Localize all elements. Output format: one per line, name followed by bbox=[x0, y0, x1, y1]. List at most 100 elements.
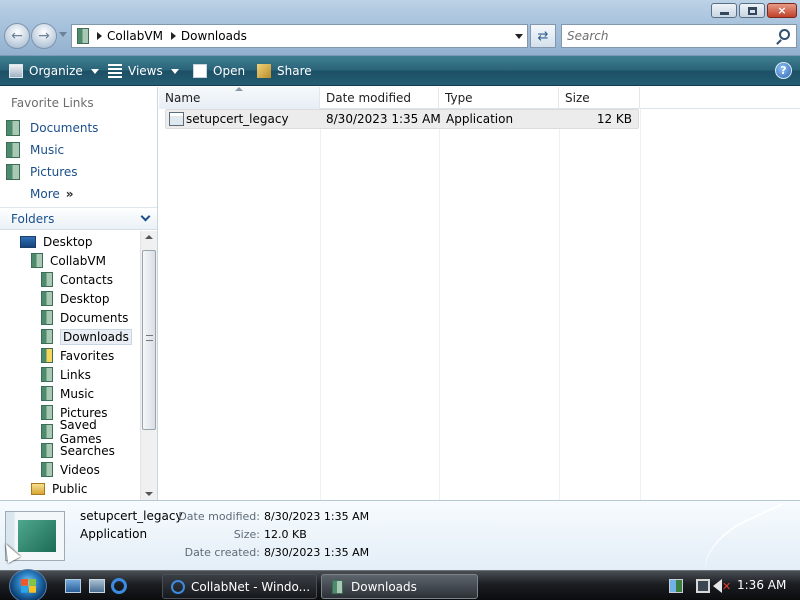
scrollbar-thumb[interactable] bbox=[142, 250, 156, 430]
music-folder-icon bbox=[6, 142, 20, 158]
open-button[interactable]: Open bbox=[193, 62, 245, 80]
help-icon[interactable]: ? bbox=[775, 62, 792, 79]
refresh-button[interactable]: ⇄ bbox=[530, 24, 556, 48]
tree-item-label: Desktop bbox=[43, 234, 93, 249]
file-list: Name Date modified Type Size setupcert_l… bbox=[159, 87, 800, 500]
favorite-links-more[interactable]: More » bbox=[30, 185, 74, 203]
scroll-up-icon[interactable] bbox=[145, 235, 153, 239]
folder-tree: Desktop CollabVM Contacts Desktop Docume… bbox=[0, 231, 140, 500]
favorite-link-documents[interactable]: Documents bbox=[6, 119, 98, 137]
internet-explorer-icon[interactable] bbox=[111, 578, 127, 594]
column-header-type[interactable]: Type bbox=[439, 87, 559, 109]
open-label: Open bbox=[213, 64, 246, 78]
breadcrumb-arrow-icon[interactable] bbox=[97, 32, 102, 40]
tree-item-desktop-sub[interactable]: Desktop bbox=[41, 289, 110, 308]
refresh-icon: ⇄ bbox=[537, 28, 549, 44]
grip-icon bbox=[146, 335, 153, 341]
address-dropdown-icon[interactable] bbox=[515, 34, 523, 39]
minimize-button[interactable] bbox=[711, 3, 737, 18]
breadcrumb-downloads[interactable]: Downloads bbox=[181, 29, 247, 43]
taskbar-item-browser[interactable]: CollabNet - Windo... bbox=[162, 574, 317, 599]
search-input[interactable] bbox=[567, 29, 767, 43]
network-icon[interactable] bbox=[669, 579, 683, 593]
system-tray: ✕ 1:36 AM bbox=[662, 571, 800, 600]
folders-header[interactable]: Folders bbox=[0, 207, 157, 230]
tree-item-videos[interactable]: Videos bbox=[41, 460, 100, 479]
organize-button[interactable]: Organize bbox=[9, 62, 99, 80]
column-header-label: Name bbox=[165, 91, 201, 105]
taskbar-item-label: CollabNet - Windo... bbox=[191, 579, 311, 594]
search-icon[interactable] bbox=[779, 29, 790, 40]
address-bar[interactable]: CollabVM Downloads bbox=[71, 24, 528, 48]
tree-item-label: Downloads bbox=[60, 328, 132, 345]
breadcrumb-arrow-icon[interactable] bbox=[170, 32, 176, 40]
taskbar-item-downloads[interactable]: Downloads bbox=[321, 574, 478, 599]
chevron-down-icon bbox=[140, 211, 151, 222]
tree-item-favorites[interactable]: Favorites bbox=[41, 346, 114, 365]
search-box[interactable] bbox=[561, 24, 797, 48]
display-icon[interactable] bbox=[696, 579, 710, 593]
clock[interactable]: 1:36 AM bbox=[737, 578, 786, 592]
tree-item-label: Favorites bbox=[60, 348, 115, 363]
column-header-size[interactable]: Size bbox=[559, 87, 640, 109]
chevron-down-icon bbox=[170, 68, 179, 74]
breadcrumb-collabvm[interactable]: CollabVM bbox=[107, 29, 163, 43]
favorite-link-music[interactable]: Music bbox=[6, 141, 64, 159]
column-header-name[interactable]: Name bbox=[159, 87, 320, 109]
close-button[interactable]: × bbox=[767, 3, 797, 18]
share-label: Share bbox=[277, 64, 312, 78]
favorite-link-label: Music bbox=[30, 143, 65, 157]
show-desktop-icon[interactable] bbox=[65, 579, 81, 593]
close-icon: × bbox=[777, 4, 787, 17]
tree-item-links[interactable]: Links bbox=[41, 365, 91, 384]
recent-pages-dropdown-icon[interactable] bbox=[59, 32, 67, 37]
file-date-modified: 8/30/2023 1:35 AM bbox=[326, 112, 441, 126]
tree-item-label: Searches bbox=[60, 443, 115, 458]
tree-item-desktop[interactable]: Desktop bbox=[20, 232, 93, 251]
folders-label: Folders bbox=[11, 211, 55, 226]
favorite-link-pictures[interactable]: Pictures bbox=[6, 163, 78, 181]
tree-item-searches[interactable]: Searches bbox=[41, 441, 115, 460]
scroll-down-icon[interactable] bbox=[145, 492, 153, 496]
folder-icon bbox=[332, 579, 343, 594]
double-chevron-icon: » bbox=[65, 187, 74, 201]
tree-item-downloads[interactable]: Downloads bbox=[41, 327, 132, 346]
column-header-date-modified[interactable]: Date modified bbox=[320, 87, 439, 109]
music-folder-icon bbox=[41, 386, 53, 401]
column-divider bbox=[640, 109, 641, 500]
minimize-icon bbox=[719, 11, 729, 15]
volume-icon[interactable] bbox=[713, 579, 722, 593]
details-pane: setupcert_legacy Application Date modifi… bbox=[0, 500, 800, 570]
decorative-swoosh bbox=[692, 502, 800, 570]
back-button[interactable]: ← bbox=[4, 23, 30, 49]
file-type: Application bbox=[446, 112, 514, 126]
application-icon bbox=[18, 520, 56, 552]
views-button[interactable]: Views bbox=[108, 62, 179, 80]
back-arrow-icon: ← bbox=[11, 28, 23, 44]
share-button[interactable]: Share bbox=[257, 62, 312, 80]
searches-folder-icon bbox=[41, 443, 53, 458]
mute-icon: ✕ bbox=[722, 580, 732, 593]
file-row[interactable]: setupcert_legacy 8/30/2023 1:35 AM Appli… bbox=[165, 109, 639, 129]
forward-button[interactable]: → bbox=[31, 23, 57, 49]
switch-windows-icon[interactable] bbox=[89, 579, 105, 593]
maximize-button[interactable] bbox=[739, 3, 765, 18]
tree-item-collabvm[interactable]: CollabVM bbox=[31, 251, 106, 270]
command-bar: Organize Views Open Share ? bbox=[0, 56, 800, 86]
documents-folder-icon bbox=[6, 120, 20, 136]
pictures-folder-icon bbox=[41, 405, 53, 420]
tree-item-saved-games[interactable]: Saved Games bbox=[41, 418, 140, 446]
tree-item-documents[interactable]: Documents bbox=[41, 308, 128, 327]
tree-item-contacts[interactable]: Contacts bbox=[41, 270, 113, 289]
share-icon bbox=[257, 64, 271, 78]
tree-item-music[interactable]: Music bbox=[41, 384, 94, 403]
taskbar: CollabNet - Windo... Downloads ✕ 1:36 AM bbox=[0, 569, 800, 600]
column-divider bbox=[320, 109, 321, 500]
folder-tree-scrollbar[interactable] bbox=[140, 231, 157, 500]
details-file-type: Application bbox=[80, 527, 148, 541]
tree-item-label: Documents bbox=[60, 310, 129, 325]
start-button[interactable] bbox=[9, 569, 47, 600]
tree-item-public[interactable]: Public bbox=[31, 479, 88, 498]
contacts-folder-icon bbox=[41, 272, 53, 287]
pictures-folder-icon bbox=[6, 164, 20, 180]
